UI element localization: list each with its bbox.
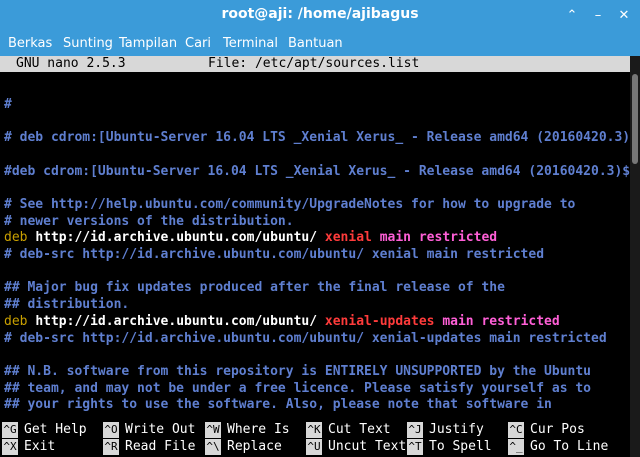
shortcut-key: ^_ <box>508 439 524 455</box>
nano-file-label: File: /etc/apt/sources.list <box>208 56 420 71</box>
editor-line: deb http://id.archive.ubuntu.com/ubuntu/… <box>4 230 497 246</box>
shortcut-label[interactable]: Where Is <box>227 422 290 438</box>
shortcut-label[interactable]: To Spell <box>429 439 492 455</box>
editor-line: # newer versions of the distribution. <box>4 213 294 229</box>
editor-line: # deb-src http://id.archive.ubuntu.com/u… <box>4 330 607 346</box>
terminal-area[interactable]: GNU nano 2.5.3 File: /etc/apt/sources.li… <box>0 56 640 457</box>
shortcut-key: ^R <box>103 439 119 455</box>
editor-line: ## Major bug fix updates produced after … <box>4 280 505 296</box>
editor-line: ## N.B. software from this repository is… <box>4 363 591 379</box>
line-segment: xenial <box>324 230 380 246</box>
shortcut-key: ^T <box>407 439 423 455</box>
shortcut-label[interactable]: Go To Line <box>530 439 608 455</box>
editor-line: deb http://id.archive.ubuntu.com/ubuntu/… <box>4 314 560 330</box>
shortcut-key: ^W <box>205 422 221 438</box>
editor-line: # <box>4 96 12 112</box>
shortcut-key: ^C <box>508 422 524 438</box>
menu-tampilan[interactable]: Tampilan <box>119 36 177 51</box>
shortcut-label[interactable]: Cut Text <box>328 422 391 438</box>
shortcut-label[interactable]: Justify <box>429 422 484 438</box>
shortcut-label[interactable]: Exit <box>24 439 55 455</box>
editor-line: # deb cdrom:[Ubuntu-Server 16.04 LTS _Xe… <box>4 130 631 146</box>
menubar: Berkas Sunting Tampilan Cari Terminal Ba… <box>0 32 640 56</box>
line-segment: xenial-updates <box>324 313 443 329</box>
shortcut-key: ^J <box>407 422 423 438</box>
menu-bantuan[interactable]: Bantuan <box>288 36 343 51</box>
shortcut-key: ^K <box>306 422 322 438</box>
editor-line: ## your rights to use the software. Also… <box>4 397 552 413</box>
editor-line: # deb-src http://id.archive.ubuntu.com/u… <box>4 247 545 262</box>
line-segment: http://id.archive.ubuntu.com/ubuntu/ <box>35 313 325 329</box>
line-segment: http://id.archive.ubuntu.com/ubuntu/ <box>35 230 325 246</box>
window-titlebar: root@aji: /home/ajibagus ⌃ – ✕ <box>0 0 640 32</box>
close-icon[interactable]: ✕ <box>614 6 634 26</box>
shortcut-key: ^\ <box>205 439 221 455</box>
minimize-icon[interactable]: – <box>588 6 608 26</box>
line-segment: main restricted <box>442 313 560 329</box>
menu-berkas[interactable]: Berkas <box>8 36 52 51</box>
shortcut-key: ^O <box>103 422 119 438</box>
shortcut-key: ^G <box>2 422 18 438</box>
line-segment: deb <box>4 230 36 246</box>
menu-terminal[interactable]: Terminal <box>223 36 278 51</box>
shortcut-label[interactable]: Get Help <box>24 422 87 438</box>
shortcut-label[interactable]: Replace <box>227 439 282 455</box>
shortcut-key: ^X <box>2 439 18 455</box>
line-segment: deb <box>4 313 36 329</box>
scrollbar-thumb[interactable] <box>632 74 638 164</box>
nano-header: GNU nano 2.5.3 File: /etc/apt/sources.li… <box>0 56 630 72</box>
menu-sunting[interactable]: Sunting <box>63 36 113 51</box>
line-segment: main restricted <box>379 230 498 246</box>
menu-cari[interactable]: Cari <box>185 36 211 51</box>
shortcut-key: ^U <box>306 439 322 455</box>
editor-line: # See http://help.ubuntu.com/community/U… <box>4 196 576 212</box>
shortcut-label[interactable]: Cur Pos <box>530 422 585 438</box>
editor-line: #deb cdrom:[Ubuntu-Server 16.04 LTS _Xen… <box>4 163 631 179</box>
collapse-icon[interactable]: ⌃ <box>562 6 582 26</box>
nano-version: GNU nano 2.5.3 <box>16 56 126 71</box>
editor-line: ## team, and may not be under a free lic… <box>4 380 591 396</box>
shortcut-label[interactable]: Write Out <box>125 422 195 438</box>
editor-line: ## distribution. <box>4 297 130 313</box>
window-title: root@aji: /home/ajibagus <box>221 6 419 22</box>
shortcut-label[interactable]: Uncut Text <box>328 439 406 455</box>
shortcut-label[interactable]: Read File <box>125 439 195 455</box>
